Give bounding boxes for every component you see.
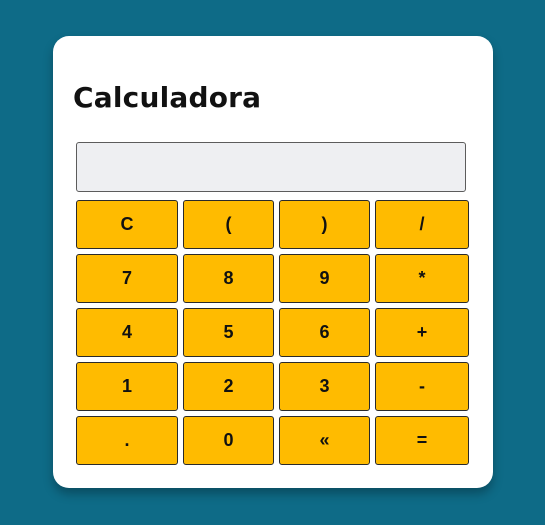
decimal-point-button[interactable]: .: [76, 416, 178, 465]
digit-6-button[interactable]: 6: [279, 308, 370, 357]
digit-7-button[interactable]: 7: [76, 254, 178, 303]
clear-button[interactable]: C: [76, 200, 178, 249]
backspace-button[interactable]: «: [279, 416, 370, 465]
digit-0-button[interactable]: 0: [183, 416, 274, 465]
keypad: C ( ) / 7 8 9 * 4 5 6 + 1 2 3 - . 0 « =: [76, 200, 469, 465]
multiply-button[interactable]: *: [375, 254, 469, 303]
digit-9-button[interactable]: 9: [279, 254, 370, 303]
digit-5-button[interactable]: 5: [183, 308, 274, 357]
digit-3-button[interactable]: 3: [279, 362, 370, 411]
add-button[interactable]: +: [375, 308, 469, 357]
digit-2-button[interactable]: 2: [183, 362, 274, 411]
close-paren-button[interactable]: ): [279, 200, 370, 249]
digit-8-button[interactable]: 8: [183, 254, 274, 303]
equals-button[interactable]: =: [375, 416, 469, 465]
divide-button[interactable]: /: [375, 200, 469, 249]
digit-1-button[interactable]: 1: [76, 362, 178, 411]
open-paren-button[interactable]: (: [183, 200, 274, 249]
calculator-card: Calculadora C ( ) / 7 8 9 * 4 5 6 + 1 2 …: [53, 36, 493, 488]
digit-4-button[interactable]: 4: [76, 308, 178, 357]
calculator-display[interactable]: [76, 142, 466, 192]
page-title: Calculadora: [73, 81, 262, 114]
subtract-button[interactable]: -: [375, 362, 469, 411]
